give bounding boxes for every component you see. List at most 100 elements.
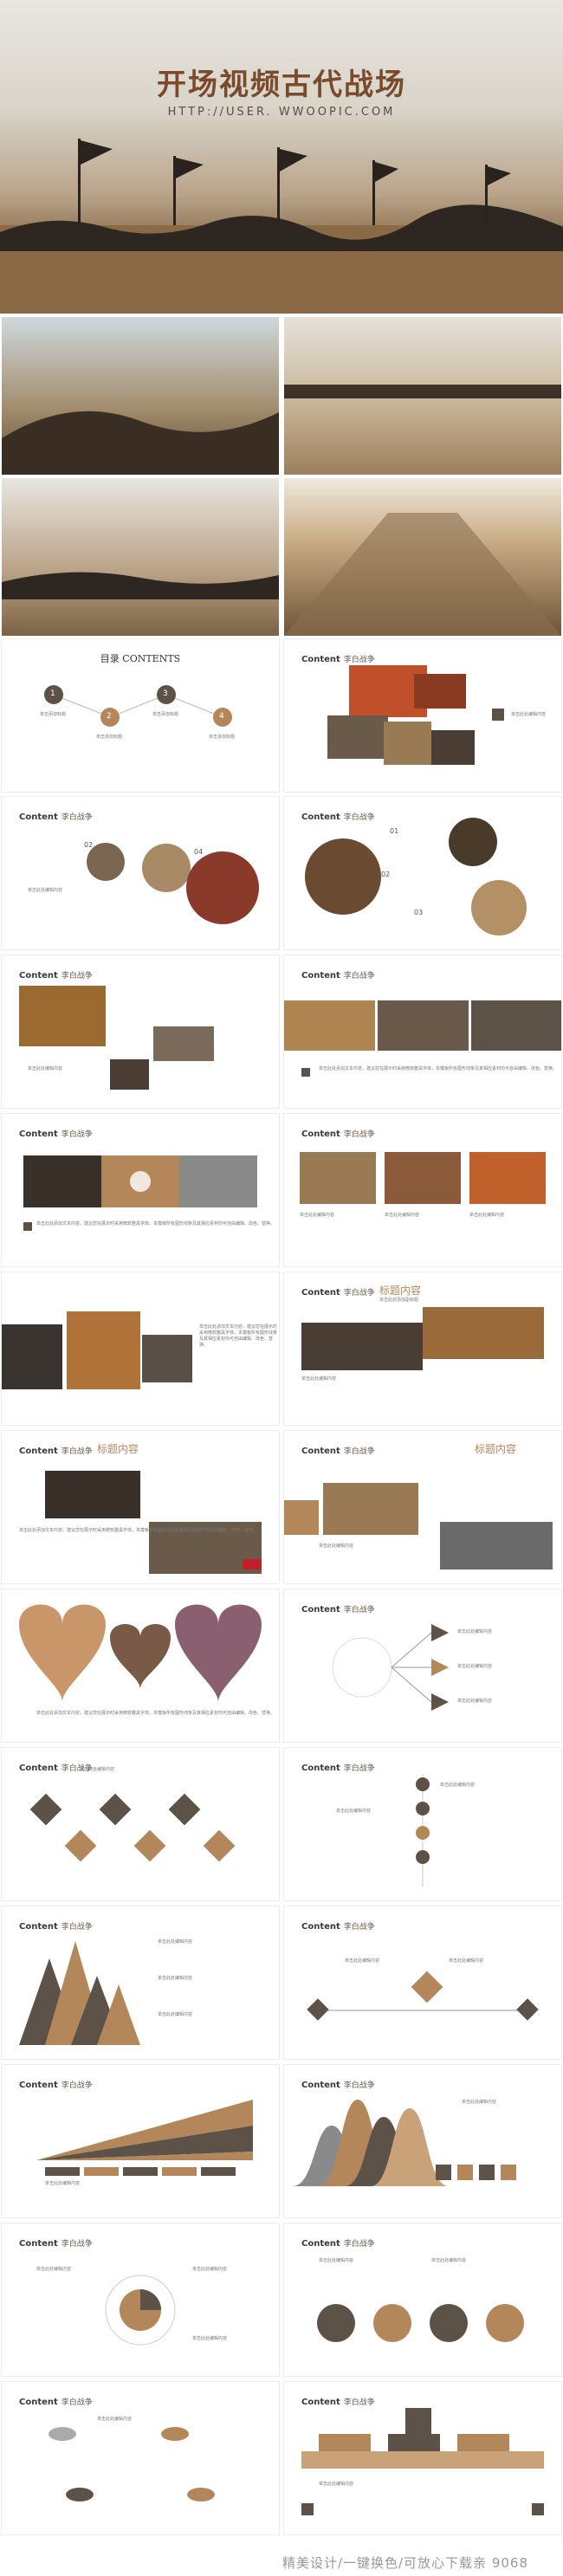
slide-14-text-1: 单击此处编辑内容 [457,1629,493,1634]
slide-22-text-2: 单击此处编辑内容 [431,2258,467,2263]
slide-18: Content 李白战争 单击此处编辑内容 单击此处编辑内容 [284,1906,561,2059]
timeline [416,1774,430,1887]
slide-18-text-2: 单击此处编辑内容 [449,1958,484,1964]
slide-8-text-2: 单击此处编辑内容 [385,1213,420,1218]
slide-23-text: 单击此处编辑内容 [97,2417,133,2422]
slide-5: Content 李白战争 单击此处编辑内容 [2,955,279,1108]
triangle-chart [19,1941,140,2045]
slide-10: Content 李白战争 标题内容 单击此处添加副标题 单击此处编辑内容 [284,1272,561,1425]
arrow-diagram [332,1624,449,1711]
slide-17-text-3: 单击此处编辑内容 [158,2012,193,2017]
photos [300,1152,546,1204]
agenda-label-3: 单击添加标题 [152,712,179,717]
slide-12: Content 李白战争 标题内容 单击此处编辑内容 [284,1431,561,1583]
photos [284,1000,561,1077]
slide-9: 单击此处添加文本内容，建议您在展示时采用微软雅黑字体，本模板所有图形线条及其相应… [2,1272,279,1425]
slide-3: Content 李白战争 02 04 单击此处编辑内容 [2,797,279,949]
slide-8-text-3: 单击此处编辑内容 [469,1213,505,1218]
slide-6-text: 单击此处添加文本内容，建议您在展示时采用微软雅黑字体，本模板所有图形线条及其相应… [319,1066,558,1071]
slide-21-text-3: 单击此处编辑内容 [192,2336,228,2341]
slide-24-text: 单击此处编辑内容 [319,2482,354,2487]
pipe-diagram [301,2408,544,2515]
slide-7-text: 单击此处添加文本内容，建议您在展示时采用微软雅黑字体，本模板所有图形线条及其相应… [36,1221,275,1227]
photos [45,1471,262,1574]
bell-chart [293,2100,516,2186]
footer-text: 精美设计/一键换色/可放心下载亲 9068 [282,2555,528,2571]
agenda-num-2: 2 [107,712,112,721]
wedge-chart [36,2100,253,2176]
slide-24: Content 李白战争 单击此处编辑内容 [284,2382,561,2534]
radial-diagram [105,2275,176,2346]
slide-19: Content 李白战争 单击此处编辑内容 [2,2065,279,2217]
globe-icons [317,2304,524,2342]
agenda-num-1: 1 [50,689,55,698]
circle-photos [87,843,259,924]
slide-17-text-1: 单击此处编辑内容 [158,1939,193,1945]
slide-22-text-1: 单击此处编辑内容 [319,2258,354,2263]
slide-20: Content 李白战争 单击此处编辑内容 [284,2065,561,2217]
slide-16-text-1: 单击此处编辑内容 [336,1809,372,1814]
slide-21: Content 李白战争 单击此处编辑内容 单击此处编辑内容 单击此处编辑内容 [2,2223,279,2376]
photo-1 [2,317,279,475]
slide-13-text: 单击此处添加文本内容，建议您在展示时采用微软雅黑字体，本模板所有图形线条及其相应… [36,1711,275,1716]
heart-photos [19,1604,262,1702]
num-04: 04 [194,848,204,856]
slide-20-text: 单击此处编辑内容 [462,2100,497,2105]
slide-5-text: 单击此处编辑内容 [28,1066,63,1071]
slide-17-text-2: 单击此处编辑内容 [158,1976,193,1981]
photo-2 [284,317,561,475]
diamond-line [307,1971,539,2021]
agenda-label-2: 单击添加标题 [96,735,123,740]
slide-22: Content 李白战争 单击此处编辑内容 单击此处编辑内容 [284,2223,561,2376]
slide-13: 单击此处添加文本内容，建议您在展示时采用微软雅黑字体，本模板所有图形线条及其相应… [2,1589,279,1742]
agenda-num-3: 3 [163,689,168,698]
slide-3-text: 单击此处编辑内容 [28,888,63,893]
slide-11: Content 李白战争 标题内容 单击此处添加文本内容，建议您在展示时采用微软雅… [2,1431,279,1583]
num-02: 02 [381,871,391,878]
num-01: 01 [390,827,399,835]
slide-4: Content 李白战争 01 02 03 [284,797,561,949]
slide-15: Content 李白战争 单击此处编辑内容 [2,1748,279,1900]
slide-9-text: 单击此处添加文本内容，建议您在展示时采用微软雅黑字体，本模板所有图形线条及其相应… [199,1324,278,1348]
slide-15-text: 单击此处编辑内容 [80,1767,115,1772]
slide-14-text-2: 单击此处编辑内容 [457,1664,493,1669]
slide-6: Content 李白战争 单击此处添加文本内容，建议您在展示时采用微软雅黑字体，本… [284,955,561,1108]
slide-2: Content 李白战争 单击此处编辑内容 [284,639,561,792]
photos [19,986,214,1090]
slide-19-text: 单击此处编辑内容 [45,2181,81,2186]
photo-3 [2,478,279,636]
slide-14-text-3: 单击此处编辑内容 [457,1699,493,1704]
agenda-label-4: 单击添加标题 [209,735,236,740]
slide-17: Content 李白战争 单击此处编辑内容 单击此处编辑内容 单击此处编辑内容 [2,1906,279,2059]
slide-11-text: 单击此处添加文本内容，建议您在展示时采用微软雅黑字体，本模板所有图形线条及其相应… [19,1528,258,1533]
agenda-num-4: 4 [219,712,224,721]
slide-23: Content 李白战争 单击此处编辑内容 [2,2382,279,2534]
photo-4 [284,478,561,636]
footer: 精美设计/一键换色/可放心下载亲 9068 [0,2545,563,2576]
slide-16: Content 李白战争 单击此处编辑内容 单击此处编辑内容 [284,1748,561,1900]
diamond-diagram [29,1793,236,1862]
circle-photos [305,818,527,935]
photos [23,1155,257,1231]
slide-contents: 目录 CONTENTS 1 2 3 4 单击添加标题 单击添加标题 单击添加标题… [2,639,279,792]
slide-8-text-1: 单击此处编辑内容 [300,1213,335,1218]
leaf-icons [49,2427,215,2502]
hero-url: HTTP://USER. WWOOPIC.COM [167,106,396,119]
slide-14: Content 李白战争 单击此处编辑内容 单击此处编辑内容 单击此处编辑内容 [284,1589,561,1742]
slide-21-text-2: 单击此处编辑内容 [192,2267,228,2272]
hero-title: 开场视频古代战场 [157,68,406,102]
photos [2,1311,192,1389]
num-03: 03 [414,909,424,916]
slide-21-text-1: 单击此处编辑内容 [36,2267,72,2272]
num-02: 02 [84,841,94,849]
photos [284,1483,553,1570]
photos [301,1307,544,1370]
slide-10-text: 单击此处编辑内容 [301,1376,337,1382]
slide-18-text-1: 单击此处编辑内容 [345,1958,380,1964]
slide-2-text: 单击此处编辑内容 [511,712,547,717]
slide-7: Content 李白战争 单击此处添加文本内容，建议您在展示时采用微软雅黑字体，本… [2,1114,279,1266]
battle-silhouette [0,139,563,314]
slide-16-text-2: 单击此处编辑内容 [440,1783,476,1788]
slide-12-text: 单击此处编辑内容 [319,1544,354,1549]
hero-banner: 开场视频古代战场 HTTP://USER. WWOOPIC.COM [0,0,563,314]
